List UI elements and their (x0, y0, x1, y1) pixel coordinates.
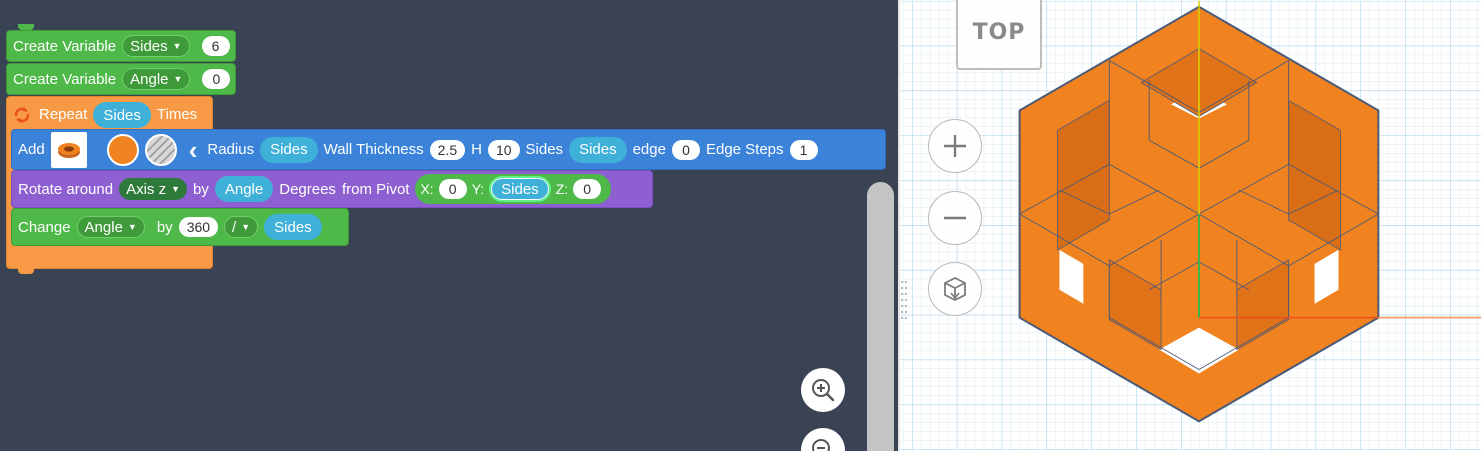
x-label: X: (420, 181, 434, 197)
repeat-times-label: Times (156, 106, 198, 123)
caret-down-icon: ▼ (172, 41, 182, 51)
zoom-out-button[interactable] (801, 428, 845, 451)
divisor-variable[interactable]: Sides (264, 214, 322, 240)
panel-resize-handle[interactable] (900, 278, 908, 326)
repeat-icon (14, 107, 30, 123)
solid-color-swatch[interactable] (106, 133, 139, 166)
caret-down-icon: ▼ (241, 222, 251, 232)
block-label: Create Variable (13, 70, 117, 88)
wall-thickness-label: Wall Thickness (323, 141, 424, 158)
caret-down-icon: ▼ (173, 74, 183, 84)
pivot-x-input[interactable]: 0 (438, 179, 467, 199)
workspace-scrollbar[interactable] (867, 182, 894, 451)
degrees-label: Degrees (279, 180, 336, 198)
wall-thickness-input[interactable]: 2.5 (429, 139, 466, 160)
plus-icon (944, 135, 966, 157)
height-input[interactable]: 10 (487, 139, 520, 160)
add-label: Add (18, 141, 45, 158)
pivot-z-input[interactable]: 0 (573, 179, 602, 199)
y-label: Y: (471, 181, 485, 197)
caret-down-icon: ▼ (171, 184, 181, 194)
viewport-zoom-out-button[interactable] (928, 191, 982, 245)
block-connector (18, 268, 34, 274)
view-cube[interactable]: TOP (956, 0, 1042, 70)
tube-shape-icon (57, 142, 80, 158)
zoom-out-icon (812, 439, 830, 451)
variable-value-input[interactable]: 0 (202, 69, 231, 89)
drag-handle-icon (901, 281, 907, 319)
create-variable-block-angle[interactable]: Create Variable Angle ▼ 0 (6, 63, 236, 95)
axis-dropdown[interactable]: Axis z ▼ (119, 178, 188, 200)
variable-name-dropdown[interactable]: Sides ▼ (122, 35, 190, 57)
change-variable-dropdown[interactable]: Angle ▼ (76, 216, 145, 238)
edge-steps-input[interactable]: 1 (789, 139, 818, 160)
by-label: by (193, 180, 209, 198)
by-label: by (156, 218, 173, 236)
pivot-y-variable[interactable]: Sides (489, 176, 551, 202)
caret-down-icon: ▼ (127, 222, 137, 232)
sides-variable[interactable]: Sides (569, 136, 627, 163)
change-variable-block[interactable]: Change Angle ▼ by 360 /▼ Sides (11, 208, 349, 246)
angle-variable[interactable]: Angle (214, 176, 274, 202)
z-label: Z: (555, 181, 569, 197)
variable-name-dropdown[interactable]: Angle ▼ (122, 68, 191, 90)
change-label: Change (18, 218, 71, 236)
viewport-zoom-in-button[interactable] (928, 119, 982, 173)
from-pivot-label: from Pivot (341, 180, 410, 198)
height-label: H (471, 141, 482, 158)
collapse-chevron-icon[interactable]: ‹ (189, 137, 198, 163)
edge-input[interactable]: 0 (671, 139, 700, 160)
fit-view-button[interactable] (928, 262, 982, 316)
zoom-in-button[interactable] (801, 368, 845, 412)
code-workspace[interactable]: Create Variable Sides ▼ 6 Create Variable… (0, 0, 898, 451)
change-value-input[interactable]: 360 (178, 217, 219, 237)
sides-label: Sides (525, 141, 564, 158)
rotate-label: Rotate around (18, 180, 114, 198)
repeat-label: Repeat (39, 106, 88, 123)
add-tube-block[interactable]: Add ‹ Radius Sides Wall Thickness 2.5 H … (11, 129, 886, 170)
edge-label: edge (632, 141, 666, 158)
repeat-count-variable[interactable]: Sides (93, 102, 151, 128)
radius-variable[interactable]: Sides (260, 136, 318, 163)
pivot-vector[interactable]: X: 0 Y: Sides Z: 0 (415, 174, 612, 204)
zoom-in-icon (812, 379, 835, 402)
block-connector (18, 24, 34, 30)
view-cube-face-label: TOP (972, 19, 1026, 45)
minus-icon (944, 216, 966, 220)
variable-value-input[interactable]: 6 (201, 36, 230, 56)
operator-dropdown[interactable]: / ▼ (224, 216, 259, 238)
create-variable-block-sides[interactable]: Create Variable Sides ▼ 6 (6, 30, 236, 62)
edge-steps-label: Edge Steps (705, 141, 784, 158)
rotate-block[interactable]: Rotate around Axis z ▼ by Angle Degrees f… (11, 170, 653, 208)
radius-label: Radius (207, 141, 255, 158)
hole-swatch[interactable] (144, 133, 177, 166)
shape-thumbnail[interactable] (50, 131, 87, 168)
fit-view-cube-icon (944, 276, 966, 302)
block-label: Create Variable (13, 37, 117, 55)
